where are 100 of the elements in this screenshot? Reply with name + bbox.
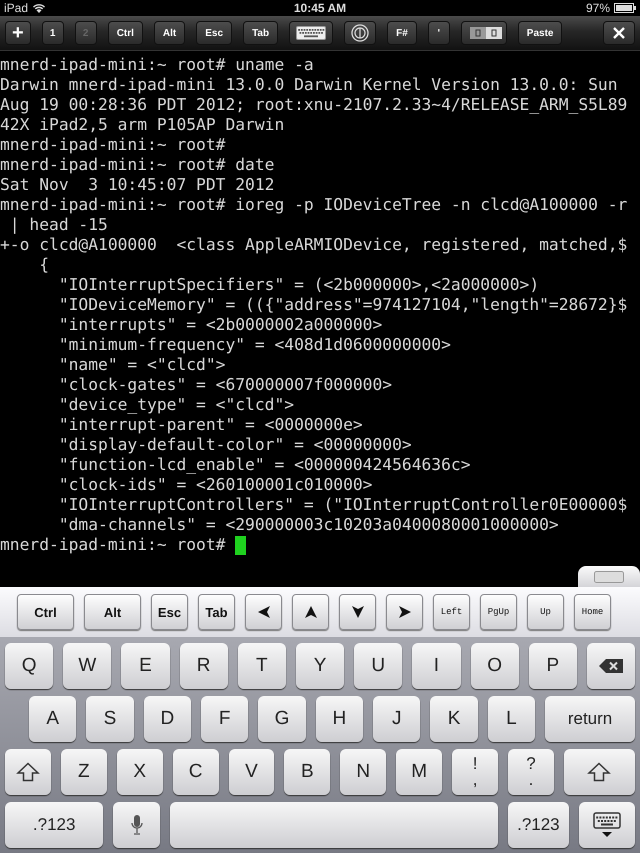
letter-key[interactable]: X [116, 749, 163, 795]
extra-key[interactable]: Tab [198, 594, 235, 630]
terminal-line: 42X iPad2,5 arm P105AP Darwin [0, 115, 286, 135]
toolbar-key[interactable]: Esc [196, 21, 232, 45]
keyboard-icon [594, 570, 624, 582]
punctuation-key[interactable]: ? . [508, 749, 554, 795]
terminal-line: "device_type" = <"clcd"> [58, 395, 296, 415]
return-key[interactable]: return [545, 696, 636, 742]
extra-key[interactable]: Esc [151, 594, 188, 630]
terminal-line: "IOInterruptSpecifiers" = (<2b000000>,<2a000000>) [58, 275, 540, 295]
microphone-icon [130, 814, 143, 836]
terminal-line: "name" = <"clcd"> [58, 355, 226, 375]
extra-key[interactable]: Up [527, 594, 564, 630]
extra-key[interactable]: Ctrl [17, 594, 74, 630]
arrow-key[interactable] [386, 594, 423, 630]
toolbar-key[interactable]: Ctrl [108, 21, 143, 45]
letter-key[interactable]: A [29, 696, 76, 742]
close-icon [612, 26, 626, 40]
copy-mode-button[interactable] [460, 21, 507, 45]
terminal-line: mnerd-ipad-mini:~ root# uname -a [0, 55, 315, 75]
letter-key[interactable]: C [172, 749, 219, 795]
wifi-icon [32, 2, 46, 14]
extra-key[interactable]: PgUp [480, 594, 517, 630]
letter-key[interactable]: Y [296, 643, 344, 689]
battery-percent: 97% [586, 1, 610, 15]
terminal-line: "clock-ids" = <260100001c010000> [58, 475, 374, 495]
backspace-icon [598, 658, 624, 674]
terminal-line: "interrupts" = <2b0000002a000000> [58, 315, 384, 335]
terminal-line: Darwin mnerd-ipad-mini 13.0.0 Darwin Kernel Version 13.0.0: Sun [0, 75, 619, 95]
terminal-line: "interrupt-parent" = <0000000e> [58, 415, 364, 435]
close-button[interactable] [603, 21, 635, 45]
extra-key[interactable]: Home [574, 594, 611, 630]
copy-mode-icon [470, 27, 502, 39]
toolbar-key[interactable]: Alt [154, 21, 186, 45]
shift-key[interactable] [564, 749, 636, 795]
terminal-line: Aug 19 00:28:36 PDT 2012; root:xnu-2107.2.33~4/RELEASE_ARM_S5L89 [0, 95, 628, 115]
shift-icon [16, 762, 40, 782]
toolbar-key[interactable]: Paste [518, 21, 562, 45]
terminal-line: "clock-gates" = <670000007f000000> [58, 375, 394, 395]
microphone-key[interactable] [113, 802, 160, 848]
letter-key[interactable]: P [528, 643, 577, 689]
letter-key[interactable]: Z [60, 749, 107, 795]
terminal-line: "display-default-color" = <00000000> [58, 435, 413, 455]
letter-key[interactable]: I [412, 643, 460, 689]
letter-key[interactable]: H [316, 696, 364, 742]
numbers-key[interactable]: .?123 [508, 802, 569, 848]
arrow-key[interactable] [292, 594, 329, 630]
arrow-key[interactable] [339, 594, 376, 630]
letter-key[interactable]: E [121, 643, 170, 689]
letter-key[interactable]: Q [5, 643, 54, 689]
terminal-line: Sat Nov 3 10:45:07 PDT 2012 [0, 175, 276, 195]
letter-key[interactable]: B [284, 749, 330, 795]
letter-key[interactable]: T [238, 643, 286, 689]
letter-key[interactable]: W [63, 643, 112, 689]
terminal-line: { [38, 255, 50, 275]
backspace-key[interactable] [586, 643, 636, 689]
extra-key[interactable]: Left [433, 594, 470, 630]
terminal-line: mnerd-ipad-mini:~ root# date [0, 155, 276, 175]
letter-key[interactable]: S [86, 696, 134, 742]
down-arrow-icon [350, 605, 364, 619]
keyboard-toggle-tab[interactable] [578, 566, 640, 587]
letter-key[interactable]: K [430, 696, 478, 742]
terminal-line: +-o clcd@A100000 <class AppleARMIODevice, registered, matched,$ [0, 235, 628, 255]
extra-key[interactable]: Alt [84, 594, 141, 630]
punctuation-key[interactable]: ! , [452, 749, 498, 795]
keyboard-button[interactable] [289, 21, 334, 45]
arrow-key[interactable] [245, 594, 282, 630]
left-arrow-icon [256, 605, 270, 619]
shift-key[interactable] [5, 749, 51, 795]
keyboard-icon [296, 26, 326, 40]
terminal-prompt: mnerd-ipad-mini:~ root# [0, 535, 226, 555]
letter-key[interactable]: L [488, 696, 536, 742]
letter-key[interactable]: R [180, 643, 228, 689]
add-button[interactable]: + [5, 21, 31, 45]
terminal-line: mnerd-ipad-mini:~ root# ioreg -p IODeviceTree -n clcd@A100000 -r [0, 195, 628, 215]
letter-key[interactable]: F [201, 696, 248, 742]
carrier-label: iPad [4, 1, 28, 15]
hide-keyboard-key[interactable] [578, 802, 635, 848]
letter-key[interactable]: J [373, 696, 420, 742]
letter-key[interactable]: N [340, 749, 386, 795]
letter-key[interactable]: O [470, 643, 519, 689]
terminal-line: mnerd-ipad-mini:~ root# [0, 135, 226, 155]
terminal-line: "dma-channels" = <290000003c10203a0400080001000000> [58, 515, 560, 535]
terminal-line: "minimum-frequency" = <408d1d0600000000> [58, 335, 452, 355]
letter-key[interactable]: G [258, 696, 306, 742]
toolbar-key[interactable]: ' [428, 21, 450, 45]
letter-key[interactable]: U [354, 643, 402, 689]
shift-icon [587, 762, 612, 782]
letter-key[interactable]: V [228, 749, 274, 795]
circle-button[interactable] [344, 21, 376, 45]
letter-key[interactable]: D [144, 696, 192, 742]
numbers-key[interactable]: .?123 [5, 802, 104, 848]
terminal-line: | head -15 [8, 215, 109, 235]
clock-time: 10:45 AM [294, 1, 346, 15]
letter-key[interactable]: M [396, 749, 442, 795]
circle-icon [351, 24, 370, 42]
toolbar-key[interactable]: F# [387, 21, 417, 45]
toolbar-key[interactable]: 1 [42, 21, 64, 45]
terminal-line: "IOInterruptControllers" = ("IOInterruptController0E00000$ [58, 495, 628, 515]
toolbar-key[interactable]: Tab [243, 21, 278, 45]
